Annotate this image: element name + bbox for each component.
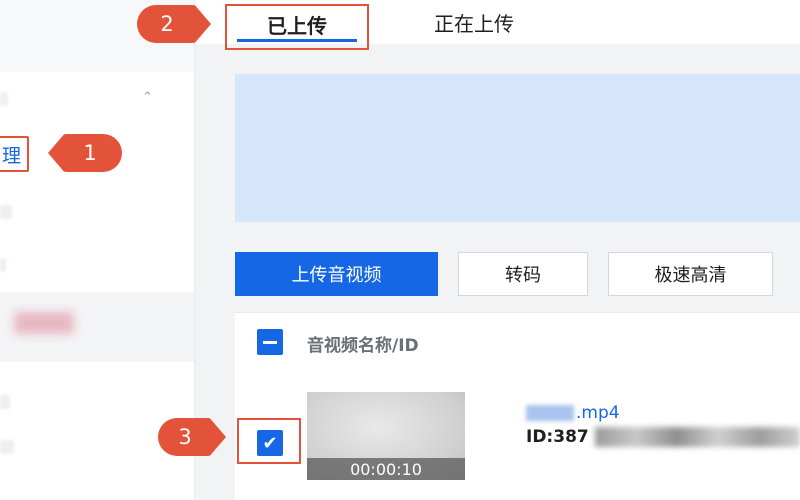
tab-uploading[interactable]: 正在上传 [415, 4, 533, 50]
sidebar-item-management[interactable]: 理 [0, 136, 30, 172]
file-name-link[interactable]: .mp4 [526, 403, 620, 423]
active-tab-indicator [237, 39, 357, 42]
upload-media-button[interactable]: 上传音视频 [235, 252, 438, 296]
button-label: 上传音视频 [291, 265, 382, 286]
redacted-text [0, 205, 12, 219]
sidebar-item-label: 理 [2, 144, 22, 167]
video-thumbnail[interactable]: 00:00:10 [307, 392, 465, 480]
duration-text: 00:00:10 [350, 459, 422, 479]
file-id-text: ID:387 [526, 427, 589, 447]
fast-hd-button[interactable]: 极速高清 [608, 252, 773, 296]
chevron-up-icon[interactable]: ⌃ [142, 90, 153, 105]
row-checkbox[interactable]: ✔ [257, 430, 283, 456]
checkmark-icon: ✔ [262, 432, 278, 454]
redacted-text [0, 395, 10, 409]
row-checkbox-highlight: ✔ [237, 418, 301, 464]
table-header: 音视频名称/ID [235, 312, 800, 372]
video-duration: 00:00:10 [307, 458, 465, 480]
button-label: 极速高清 [654, 265, 727, 286]
main-content: 已上传 正在上传 上传音视频 转码 极速高清 音视频名称/ID ✔ 00:00:… [195, 0, 800, 500]
tab-label: 已上传 [267, 14, 327, 38]
tab-uploaded[interactable]: 已上传 [225, 4, 369, 50]
tab-bar: 已上传 正在上传 [195, 0, 800, 50]
redacted-text [0, 258, 6, 272]
callout-number: 2 [160, 12, 174, 36]
notice-banner [235, 74, 800, 222]
select-all-checkbox[interactable] [257, 329, 283, 355]
table-row: ✔ 00:00:10 .mp4 ID:387 [235, 371, 800, 500]
redacted-text [0, 440, 14, 454]
file-id: ID:387 [526, 427, 800, 447]
button-label: 转码 [505, 265, 541, 286]
column-header-name: 音视频名称/ID [307, 336, 419, 356]
transcode-button[interactable]: 转码 [458, 252, 588, 296]
redacted-text [0, 92, 8, 106]
file-extension: .mp4 [576, 403, 620, 423]
callout-number: 3 [178, 425, 192, 449]
redacted-text [14, 312, 74, 334]
callout-number: 1 [83, 141, 97, 165]
redacted-text [594, 427, 800, 447]
redacted-text [526, 405, 574, 421]
tab-label: 正在上传 [434, 12, 514, 36]
